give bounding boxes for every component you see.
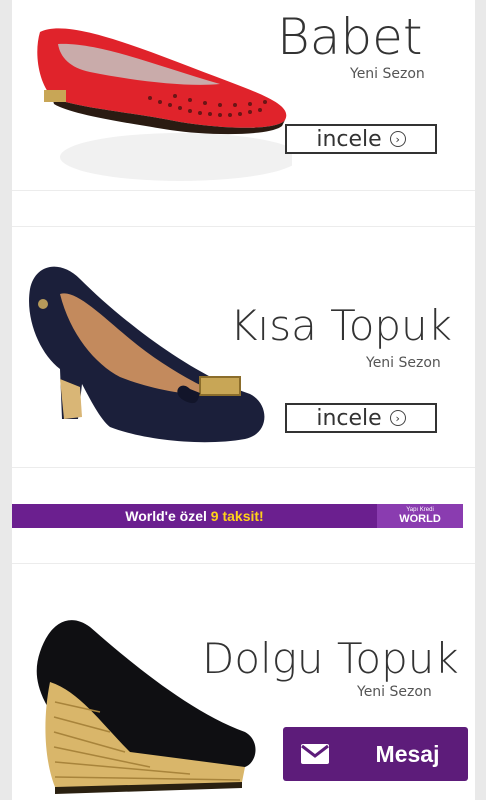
message-button[interactable]: Mesaj [283,727,468,781]
red-flat-shoe-image [37,28,292,181]
promo-text-highlight: 9 taksit! [210,508,264,524]
product-card-kisa-topuk[interactable]: Kısa Topuk Yeni Sezon incele › [12,227,475,467]
product-title: Dolgu Topuk [202,634,459,683]
chevron-right-circle-icon: › [389,410,406,426]
promo-banner[interactable]: World'e özel 9 taksit! Yapı Kredi WORLD [12,504,463,528]
incele-button-label: incele [316,405,382,431]
incele-button[interactable]: incele › [285,124,437,154]
incele-button[interactable]: incele › [285,403,437,433]
chevron-right-circle-icon: › [389,131,406,147]
divider [12,467,475,468]
world-logo: Yapı Kredi WORLD [377,504,463,528]
page-content: Babet Yeni Sezon incele › Kısa Topuk Yen… [12,0,475,800]
mail-icon [283,727,347,781]
product-card-babet[interactable]: Babet Yeni Sezon incele › [12,0,475,190]
product-subtitle: Yeni Sezon [357,684,432,700]
product-subtitle: Yeni Sezon [350,66,425,82]
promo-text-main: World'e özel [125,508,207,524]
product-subtitle: Yeni Sezon [366,355,441,371]
divider [12,190,475,191]
incele-button-label: incele [316,126,382,152]
message-button-label: Mesaj [375,740,440,767]
navy-pump-shoe-image [29,266,265,443]
product-title: Kısa Topuk [230,301,452,350]
product-title: Babet [277,8,423,66]
world-logo-text: WORLD [399,513,441,525]
promo-text: World'e özel 9 taksit! [12,508,377,524]
